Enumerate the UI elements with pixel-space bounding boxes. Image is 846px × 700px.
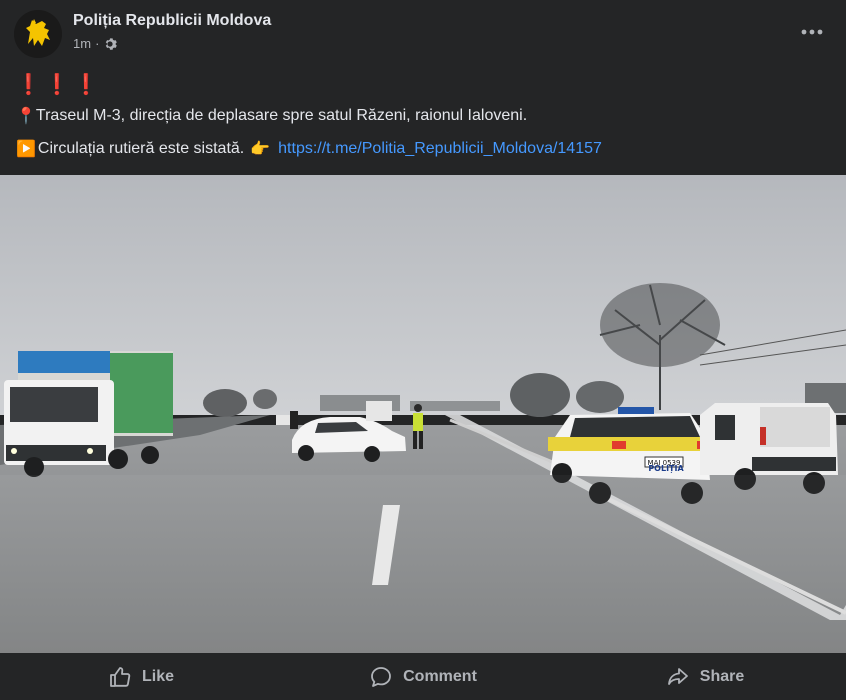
post-photo[interactable]: MAI 0539 POLIȚIA [0,175,846,653]
location-text: Traseul M-3, direcția de deplasare spre … [35,107,528,124]
police-label: POLIȚIA [648,464,684,474]
like-button[interactable]: Like [0,653,282,700]
pin-icon: 📍 [16,108,36,125]
truck [4,351,173,477]
post-time[interactable]: 1m [73,36,91,51]
share-label: Share [699,667,745,685]
comment-label: Comment [403,667,477,685]
post-meta: 1m · [73,36,118,51]
play-icon: ▶️ [16,141,36,158]
more-dots-icon [801,29,823,35]
comment-button[interactable]: Comment [282,653,564,700]
post-actions-bar: Like Comment Share [0,653,846,700]
road-scene-image: MAI 0539 POLIȚIA [0,175,846,653]
like-label: Like [141,667,174,685]
comment-bubble-icon [371,666,392,687]
traffic-line: ▶️ Circulația rutieră este sistată. 👉 ht… [16,139,602,159]
pointing-hand-icon: 👉 [250,141,271,158]
page-name[interactable]: Poliția Republicii Moldova [73,12,271,30]
traffic-text: Circulația rutieră este sistată. [37,140,245,157]
meta-separator: · [95,36,100,51]
more-options-button[interactable] [798,18,826,46]
share-button[interactable]: Share [564,653,846,700]
thumbs-up-icon [110,666,131,687]
gear-icon[interactable] [103,37,118,51]
location-line: 📍 Traseul M-3, direcția de deplasare spr… [16,106,527,126]
telegram-link[interactable]: https://t.me/Politia_Republicii_Moldova/… [278,140,602,158]
alert-marks: ❗❗❗ [16,74,103,96]
lion-logo-icon [14,10,62,58]
post-header: Poliția Republicii Moldova 1m · ❗❗❗ 📍 Tr… [0,0,846,175]
page-avatar[interactable] [14,10,62,58]
share-arrow-icon [667,667,688,685]
